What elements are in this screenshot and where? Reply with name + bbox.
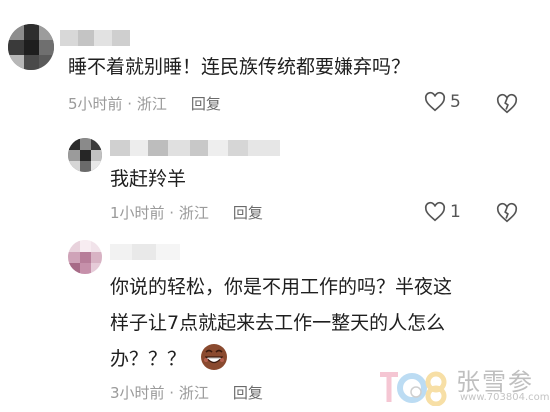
reply-button[interactable]: 回复 bbox=[233, 202, 263, 223]
watermark-logo bbox=[380, 371, 447, 406]
comment-text-line-3: 办？？？ bbox=[110, 342, 228, 377]
comment-1: 睡不着就别睡！连民族传统都要嫌弃吗？ 5小时前 · 浙江 回复 5 bbox=[0, 0, 550, 122]
time-location: 1小时前 · 浙江 bbox=[110, 204, 209, 222]
broken-heart-icon[interactable] bbox=[496, 93, 518, 115]
like-count: 5 bbox=[450, 92, 461, 112]
avatar[interactable] bbox=[68, 240, 102, 274]
comment-text-line-1: 你说的轻松，你是不用工作的吗？半夜这 bbox=[110, 276, 453, 298]
comment-meta: 3小时前 · 浙江 回复 bbox=[110, 382, 263, 403]
grinning-face-emoji bbox=[201, 343, 228, 370]
like-button[interactable]: 5 bbox=[424, 91, 461, 113]
comment-meta: 5小时前 · 浙江 回复 bbox=[68, 93, 221, 114]
comment-text: 我赶羚羊 bbox=[110, 168, 187, 190]
time-location: 5小时前 · 浙江 bbox=[68, 95, 167, 113]
broken-heart-icon[interactable] bbox=[496, 202, 518, 224]
comment-text-line-2: 样子让7点就起来去工作一整天的人怎么 bbox=[110, 312, 446, 334]
watermark-url: www.703804.com bbox=[460, 392, 550, 403]
comment-text: 睡不着就别睡！连民族传统都要嫌弃吗？ bbox=[68, 56, 411, 78]
username-mosaic[interactable] bbox=[60, 30, 130, 46]
username-mosaic[interactable] bbox=[110, 140, 280, 156]
comment-meta: 1小时前 · 浙江 回复 bbox=[110, 202, 263, 223]
like-count: 1 bbox=[450, 202, 461, 222]
avatar[interactable] bbox=[68, 138, 102, 172]
heart-icon bbox=[424, 91, 446, 112]
reply-button[interactable]: 回复 bbox=[191, 93, 221, 114]
reply-button[interactable]: 回复 bbox=[233, 382, 263, 403]
watermark: 张雪参 www.703804.com bbox=[378, 362, 550, 410]
like-button[interactable]: 1 bbox=[424, 201, 461, 223]
time-location: 3小时前 · 浙江 bbox=[110, 384, 209, 402]
avatar[interactable] bbox=[8, 24, 54, 70]
heart-icon bbox=[424, 201, 446, 222]
username-mosaic[interactable] bbox=[110, 244, 180, 260]
comment-2: 我赶羚羊 1小时前 · 浙江 回复 1 bbox=[0, 122, 550, 232]
